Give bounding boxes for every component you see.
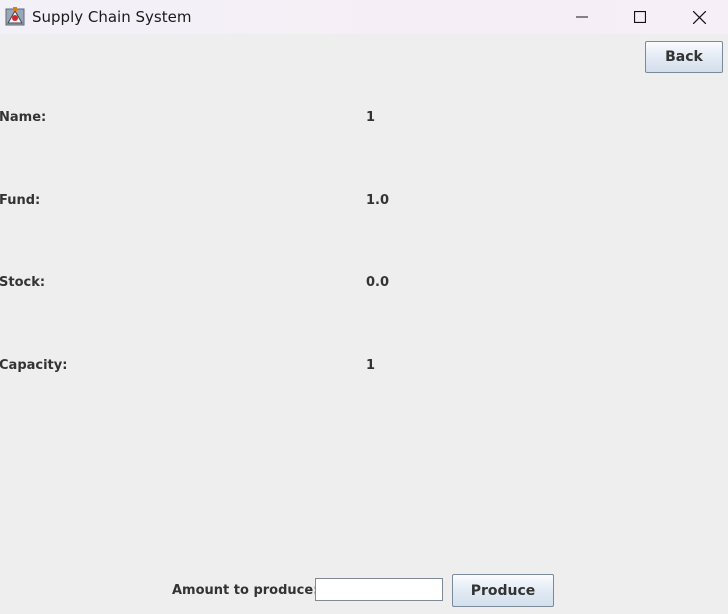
close-icon (692, 10, 706, 24)
produce-button[interactable]: Produce (452, 574, 554, 607)
fund-value: 1.0 (366, 193, 390, 208)
maximize-icon (634, 11, 646, 23)
back-button[interactable]: Back (645, 41, 723, 73)
name-label: Name: (0, 110, 47, 125)
name-value: 1 (366, 110, 376, 125)
minimize-button[interactable] (553, 0, 611, 34)
minimize-icon (576, 16, 588, 18)
stock-label: Stock: (0, 275, 46, 290)
java-app-icon (5, 7, 25, 26)
fund-label: Fund: (0, 193, 41, 208)
maximize-button[interactable] (611, 0, 669, 34)
window-title: Supply Chain System (32, 8, 192, 26)
capacity-value: 1 (366, 358, 376, 373)
stock-value: 0.0 (366, 275, 390, 290)
amount-label: Amount to produce: (172, 583, 319, 598)
title-bar[interactable]: Supply Chain System (0, 0, 728, 34)
amount-input[interactable] (315, 578, 443, 601)
capacity-label: Capacity: (0, 358, 68, 373)
close-button[interactable] (670, 0, 728, 34)
